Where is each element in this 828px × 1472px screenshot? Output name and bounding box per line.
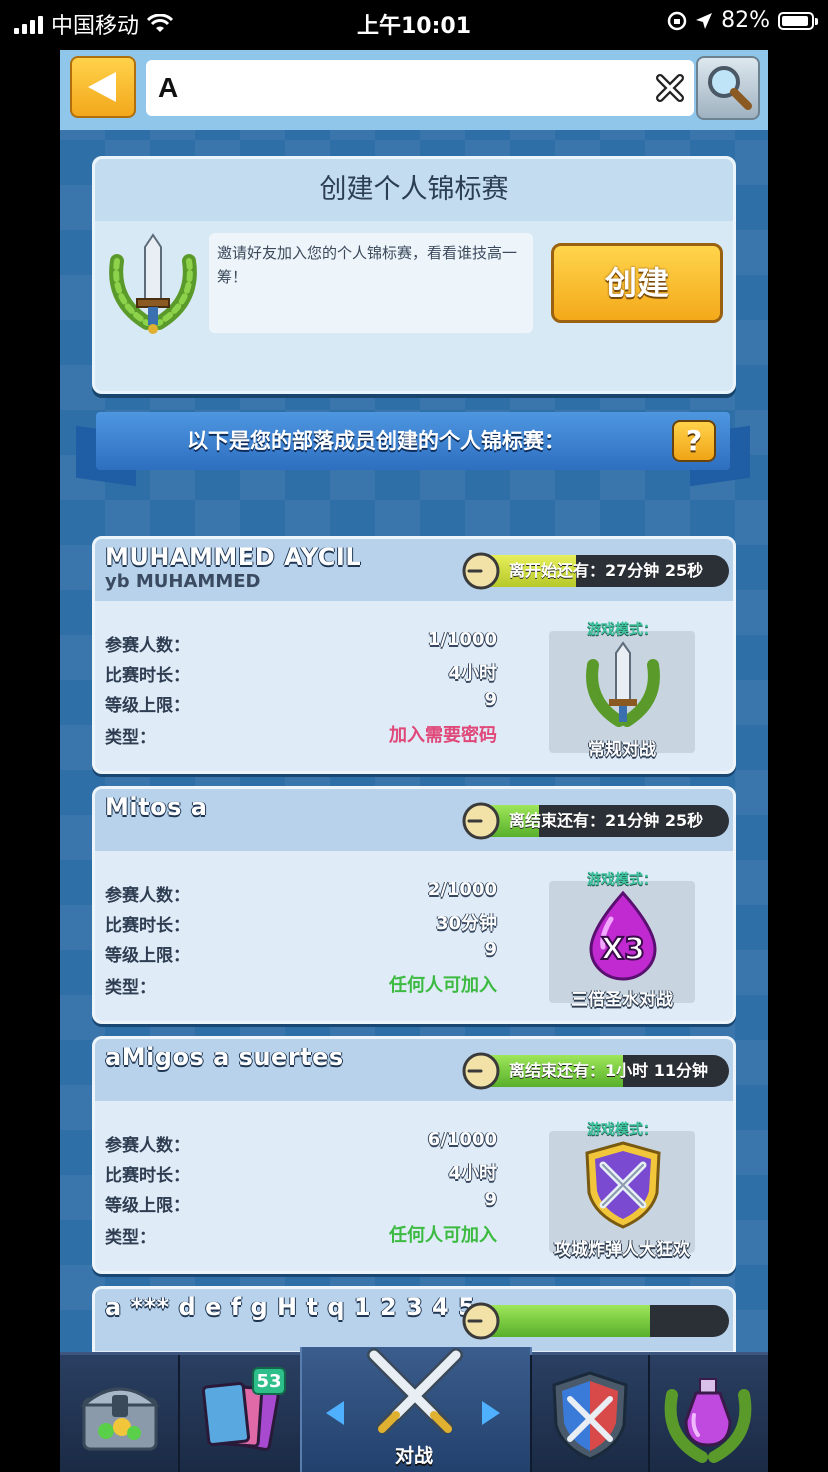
timer-label: 离结束还有： xyxy=(509,1061,606,1080)
nav-shop[interactable] xyxy=(60,1355,178,1472)
level-cap-value: 9 xyxy=(484,939,497,960)
duration-value: 4小时 xyxy=(448,1163,497,1184)
timer-label: 离结束还有： xyxy=(509,811,606,830)
type-label: 类型： xyxy=(105,728,156,748)
clan-shield-icon xyxy=(552,1371,628,1461)
search-button[interactable] xyxy=(696,56,760,120)
type-value: 任何人可加入 xyxy=(389,975,497,996)
timer-label: 离开始还有： xyxy=(509,561,606,580)
level-cap-value: 9 xyxy=(484,1189,497,1210)
status-bar: 中国移动 上午10:01 82% xyxy=(0,0,828,44)
timer-value: 1小时 11分钟 xyxy=(605,1061,708,1080)
game-area: 创建个人锦标赛 邀请好友加入您的个人锦标赛，看看谁技高一筹！ 创建 以下是您的部… xyxy=(60,50,768,1472)
panel-description: 邀请好友加入您的个人锦标赛，看看谁技高一筹！ xyxy=(209,233,533,333)
players-label: 参赛人数： xyxy=(105,636,190,656)
duration-label: 比赛时长： xyxy=(105,916,190,936)
type-value: 加入需要密码 xyxy=(389,725,497,746)
game-mode-name: 攻城炸弹人大狂欢 xyxy=(554,1240,690,1260)
tournament-name: Mitos a xyxy=(105,793,208,821)
duration-value: 4小时 xyxy=(448,663,497,684)
screen: 中国移动 上午10:01 82% A 创建个人锦标赛 邀请好友加入您的个人锦标赛… xyxy=(0,0,828,1472)
level-cap-label: 等级上限： xyxy=(105,1196,190,1216)
classic-battle-icon xyxy=(586,641,660,727)
tournament-name: MUHAMMED AYCIL xyxy=(105,543,362,571)
game-mode-name: 常规对战 xyxy=(588,740,656,760)
clock-icon xyxy=(462,802,500,840)
game-mode-label: 游戏模式： xyxy=(587,872,657,888)
clock-icon xyxy=(462,1302,500,1340)
tournament-card[interactable]: Mitos a 离结束还有：21分钟 25秒 参赛人数： 2/1000 比赛时长… xyxy=(92,786,736,1024)
nav-battle-label: 对战 xyxy=(394,1445,433,1467)
duration-label: 比赛时长： xyxy=(105,666,190,686)
svg-text:X3: X3 xyxy=(601,932,645,967)
type-value: 任何人可加入 xyxy=(389,1225,497,1246)
players-label: 参赛人数： xyxy=(105,886,190,906)
nav-left-arrow-icon[interactable] xyxy=(326,1401,344,1425)
tournament-name: a *** d e f g H t q 1 2 3 4 5 xyxy=(105,1293,476,1321)
tournament-sword-icon xyxy=(109,233,197,334)
game-mode-name: 三倍圣水对战 xyxy=(571,990,673,1010)
players-value: 6/1000 xyxy=(427,1129,497,1150)
treasure-chest-icon xyxy=(80,1387,160,1451)
rotation-lock-icon xyxy=(667,11,687,30)
nav-right-arrow-icon[interactable] xyxy=(482,1401,500,1425)
timer-bar: 离开始还有：27分钟 25秒 xyxy=(465,555,729,587)
search-bar xyxy=(60,50,768,130)
level-cap-label: 等级上限： xyxy=(105,696,190,716)
tournament-creator: yb MUHAMMED xyxy=(105,571,261,592)
battery-percent: 82% xyxy=(721,8,770,33)
back-arrow-icon xyxy=(88,72,116,102)
panel-title: 创建个人锦标赛 xyxy=(95,159,733,221)
timer-bar: 离结束还有：21分钟 25秒 xyxy=(465,805,729,837)
create-tournament-panel: 创建个人锦标赛 邀请好友加入您的个人锦标赛，看看谁技高一筹！ 创建 xyxy=(92,156,736,394)
level-cap-label: 等级上限： xyxy=(105,946,190,966)
level-cap-value: 9 xyxy=(484,689,497,710)
search-input[interactable] xyxy=(146,60,694,116)
clock-icon xyxy=(462,1052,500,1090)
tournament-card[interactable]: aMigos a suertes 离结束还有：1小时 11分钟 参赛人数： 6/… xyxy=(92,1036,736,1274)
create-button[interactable]: 创建 xyxy=(551,243,723,323)
banner-text: 以下是您的部落成员创建的个人锦标赛： xyxy=(187,429,565,453)
location-icon xyxy=(696,12,713,29)
type-label: 类型： xyxy=(105,1228,156,1248)
players-label: 参赛人数： xyxy=(105,1136,190,1156)
duration-label: 比赛时长： xyxy=(105,1166,190,1186)
back-button[interactable] xyxy=(70,56,136,118)
clan-tournaments-banner: 以下是您的部落成员创建的个人锦标赛： ? xyxy=(76,410,750,487)
battery-icon xyxy=(778,11,818,30)
nav-tournaments[interactable] xyxy=(650,1355,768,1472)
timer-value: 21分钟 25秒 xyxy=(605,811,704,830)
game-mode-label: 游戏模式： xyxy=(587,1122,657,1138)
type-label: 类型： xyxy=(105,978,156,998)
magnifier-icon xyxy=(708,66,752,110)
tournament-card[interactable]: MUHAMMED AYCIL yb MUHAMMED 离开始还有：27分钟 25… xyxy=(92,536,736,774)
game-mode-label: 游戏模式： xyxy=(587,622,657,638)
tournament-name: aMigos a suertes xyxy=(105,1043,344,1071)
clock-icon xyxy=(462,552,500,590)
duration-value: 30分钟 xyxy=(435,913,497,934)
cards-badge: 53 xyxy=(252,1367,286,1395)
timer-bar: 离结束还有：1小时 11分钟 xyxy=(465,1055,729,1087)
help-button[interactable]: ? xyxy=(672,420,716,462)
crossed-swords-shield-icon xyxy=(585,1141,661,1229)
bottom-nav: 53 对战 xyxy=(60,1347,768,1472)
nav-clan[interactable] xyxy=(532,1355,648,1472)
timer-bar xyxy=(465,1305,729,1337)
players-value: 2/1000 xyxy=(427,879,497,900)
crossed-swords-icon xyxy=(367,1348,463,1434)
players-value: 1/1000 xyxy=(427,629,497,650)
timer-value: 27分钟 25秒 xyxy=(605,561,704,580)
clear-icon[interactable] xyxy=(654,72,686,104)
elixir-laurel-icon xyxy=(664,1378,752,1463)
triple-elixir-icon: X3 xyxy=(589,890,657,981)
